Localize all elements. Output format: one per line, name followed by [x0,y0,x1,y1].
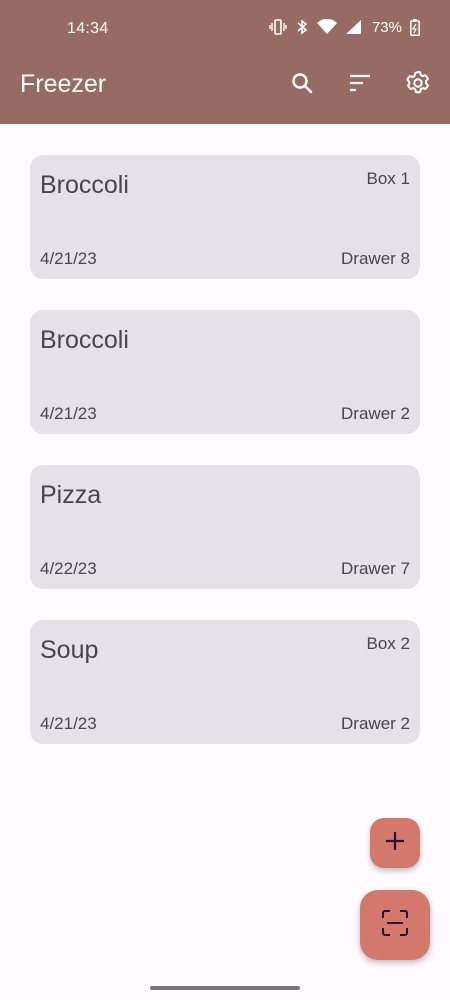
app-bar-actions [284,67,436,103]
list-item[interactable]: Soup Box 2 4/21/23 Drawer 2 [30,620,420,744]
vibrate-icon [269,19,287,35]
item-date: 4/21/23 [40,714,97,733]
search-button[interactable] [284,67,320,103]
item-name: Broccoli [40,171,129,199]
list-item[interactable]: Pizza 4/22/23 Drawer 7 [30,465,420,589]
battery-percent: 73% [371,18,402,36]
status-icons: 73% [269,18,420,36]
item-list: Broccoli Box 1 4/21/23 Drawer 8 Broccoli… [30,155,420,775]
scan-icon [381,909,409,942]
scan-button[interactable] [360,890,430,960]
wifi-icon [316,19,337,35]
item-drawer: Drawer 7 [341,559,410,578]
battery-icon [410,18,420,36]
plus-icon [384,830,406,857]
bluetooth-icon [295,18,309,36]
list-item[interactable]: Broccoli 4/21/23 Drawer 2 [30,310,420,434]
status-bar: 14:34 73% [0,0,450,60]
item-date: 4/21/23 [40,404,97,423]
gesture-navigation-bar[interactable] [150,986,300,990]
list-item[interactable]: Broccoli Box 1 4/21/23 Drawer 8 [30,155,420,279]
sort-button[interactable] [342,67,378,103]
app-title: Freezer [20,70,107,98]
item-box: Box 2 [366,634,410,653]
add-item-button[interactable] [370,818,420,868]
item-drawer: Drawer 8 [341,249,410,268]
item-name: Soup [40,636,99,664]
item-date: 4/21/23 [40,249,97,268]
signal-icon [345,19,362,35]
item-name: Pizza [40,481,102,509]
settings-button[interactable] [400,67,436,103]
item-date: 4/22/23 [40,559,97,578]
item-drawer: Drawer 2 [341,404,410,423]
search-icon [290,71,314,100]
item-box: Box 1 [366,169,410,188]
top-app-bar: 14:34 73% Freezer [0,0,450,124]
status-time: 14:34 [67,20,109,37]
item-name: Broccoli [40,326,129,354]
item-drawer: Drawer 2 [341,714,410,733]
gear-icon [405,70,431,101]
sort-icon [348,71,372,100]
